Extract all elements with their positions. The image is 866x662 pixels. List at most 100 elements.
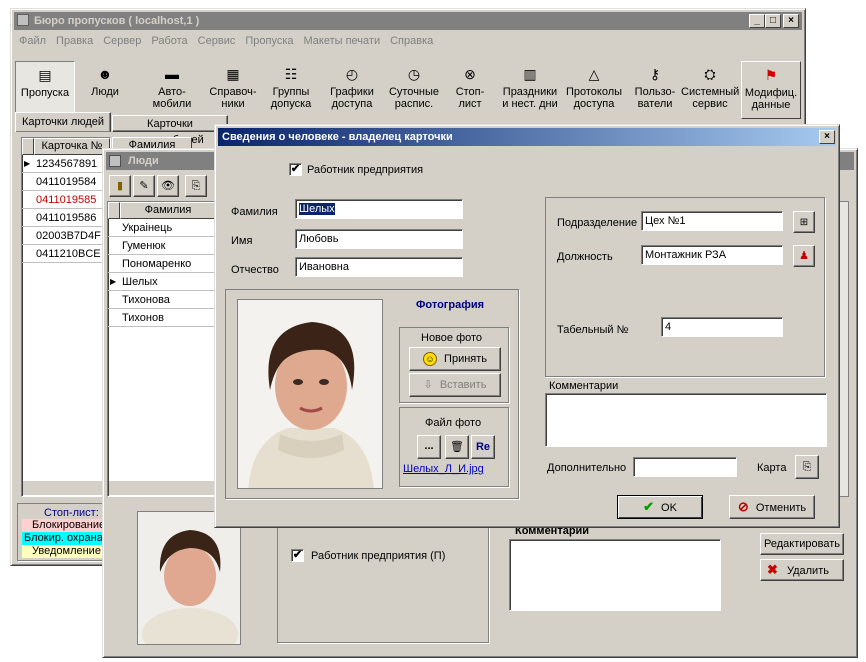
- table-row[interactable]: 02003B7D4F: [22, 227, 110, 245]
- smiley-icon: ☺: [422, 352, 437, 367]
- menu-item[interactable]: Сервис: [198, 35, 236, 47]
- table-row[interactable]: Украінець: [108, 219, 216, 237]
- lower-employee-checkbox[interactable]: ✔: [291, 549, 304, 562]
- menu-item[interactable]: Файл: [19, 35, 46, 47]
- tab-no-input[interactable]: 4: [661, 317, 783, 337]
- table-row[interactable]: ▶ Шелых: [108, 273, 216, 291]
- row-pointer-icon: ▶: [110, 277, 117, 286]
- cards-header-number[interactable]: Карточка №: [34, 138, 110, 155]
- toolbar-button-1[interactable]: ☻ Люди: [75, 61, 135, 119]
- people-table[interactable]: Фамилия Украінець Гуменюк Пономаренко ▶ Шелы…: [107, 201, 217, 497]
- toolbar-button-0[interactable]: ▤ Пропуска: [15, 61, 75, 119]
- table-row[interactable]: Гуменюк: [108, 237, 216, 255]
- department-input[interactable]: Цех №1: [641, 211, 783, 231]
- position-picker-button[interactable]: ♟: [793, 245, 815, 267]
- dialog-close-button[interactable]: ×: [819, 130, 835, 144]
- toolbar-button-2[interactable]: ▬ Авто- мобили: [141, 61, 203, 119]
- cancel-button[interactable]: ⊘ Отменить: [729, 495, 815, 519]
- stop-list-item-notify[interactable]: Уведомление: [22, 545, 108, 558]
- menu-item[interactable]: Справка: [390, 35, 433, 47]
- menu-item[interactable]: Пропуска: [245, 35, 293, 47]
- toolbar-button-9[interactable]: △ Протоколы доступа: [563, 61, 625, 119]
- photo-file-name[interactable]: Шелых_Л_И.jpg: [403, 463, 484, 475]
- menu-item[interactable]: Работа: [151, 35, 187, 47]
- table-row[interactable]: 0411210BCE: [22, 245, 110, 263]
- cancel-label: Отменить: [755, 502, 807, 514]
- stop-list-panel: Стоп-лист: Блокирование Блокир. охрана У…: [17, 503, 108, 561]
- lower-photo: [137, 511, 241, 645]
- menu-item[interactable]: Сервер: [103, 35, 141, 47]
- additional-input[interactable]: [633, 457, 737, 477]
- person-last-name: Тихонова: [122, 294, 170, 306]
- first-name-input[interactable]: Любовь: [295, 229, 463, 249]
- people-exit-button[interactable]: ▮: [109, 175, 131, 197]
- tab-people-cards[interactable]: Карточки людей: [15, 112, 111, 132]
- table-row[interactable]: ▶ 1234567891: [22, 155, 110, 173]
- toolbar-button-4[interactable]: ☷ Группы допуска: [263, 61, 319, 119]
- table-row[interactable]: Пономаренко: [108, 255, 216, 273]
- main-title: Бюро пропусков ( localhost,1 ): [34, 15, 200, 27]
- table-row[interactable]: 0411019584: [22, 173, 110, 191]
- stop-list-item-block[interactable]: Блокирование: [22, 519, 108, 532]
- patronymic-input[interactable]: Ивановна: [295, 257, 463, 277]
- key-icon: ⚷: [649, 66, 661, 82]
- position-input[interactable]: Монтажник РЗА: [641, 245, 783, 265]
- toolbar-button-7[interactable]: ⊗ Стоп- лист: [445, 61, 495, 119]
- toolbar-button-8[interactable]: ▥ Праздники и нест. дни: [499, 61, 561, 119]
- last-name-input[interactable]: Шелых: [295, 199, 463, 219]
- employee-checkbox[interactable]: ✔: [289, 163, 302, 176]
- people-hscroll[interactable]: [109, 481, 215, 495]
- stop-list-item-guard[interactable]: Блокир. охрана: [22, 532, 108, 545]
- people-edit-button[interactable]: ✎: [133, 175, 155, 197]
- people-header-indicator[interactable]: [108, 202, 120, 219]
- toolbar-button-3[interactable]: ▦ Справоч- ники: [205, 61, 261, 119]
- trash-icon: 🗑: [450, 441, 464, 453]
- dialog-comments-box[interactable]: [545, 393, 827, 447]
- maximize-button[interactable]: □: [765, 14, 781, 28]
- accept-photo-button[interactable]: ☺ Принять: [409, 347, 501, 371]
- toolbar-button-10[interactable]: ⚷ Пользо- ватели: [629, 61, 681, 119]
- close-button[interactable]: ×: [783, 14, 799, 28]
- toolbar-button-12[interactable]: ⚑ Модифиц. данные: [741, 61, 801, 119]
- table-row[interactable]: 0411019585: [22, 191, 110, 209]
- clear-photo-button[interactable]: 🗑: [445, 435, 469, 459]
- arrow-down-icon: ⇩: [423, 379, 433, 391]
- menu-item[interactable]: Правка: [56, 35, 93, 47]
- no-entry-icon: ⊘: [737, 499, 749, 514]
- toolbar-button-5[interactable]: ◴ Графики доступа: [323, 61, 381, 119]
- person-last-name: Тихонов: [122, 312, 164, 324]
- dialog-comments-label: Комментарии: [549, 380, 619, 392]
- menu-item[interactable]: Макеты печати: [304, 35, 381, 47]
- re-button[interactable]: Re: [471, 435, 495, 459]
- cards-table[interactable]: Карточка № ▶ 1234567891 0411019584 04110195…: [21, 137, 111, 497]
- calendar-icon: ▥: [523, 66, 537, 82]
- toolbar-label: Протоколы доступа: [565, 86, 623, 110]
- browse-label: ...: [424, 440, 434, 452]
- service-icon: ⛭: [704, 66, 716, 82]
- people-header-lastname[interactable]: Фамилия: [120, 202, 216, 219]
- ok-button[interactable]: ✔ OK: [617, 495, 703, 519]
- table-row[interactable]: 0411019586: [22, 209, 110, 227]
- cards-hscroll[interactable]: [23, 481, 109, 495]
- cards-header[interactable]: [22, 138, 34, 155]
- table-row[interactable]: Тихонов: [108, 309, 216, 327]
- edit-label: Редактировать: [764, 538, 840, 550]
- lower-comments-box[interactable]: [509, 539, 721, 611]
- tab-label: Карточки людей: [21, 116, 105, 128]
- toolbar-button-6[interactable]: ◷ Суточные распис.: [383, 61, 445, 119]
- delete-button[interactable]: ✖ Удалить: [760, 559, 844, 581]
- stop-list-label: Уведомление: [32, 545, 101, 557]
- table-row[interactable]: Тихонова: [108, 291, 216, 309]
- tab-no-value: 4: [665, 321, 672, 333]
- browse-button[interactable]: ...: [417, 435, 441, 459]
- department-picker-button[interactable]: ⊞: [793, 211, 815, 233]
- people-copy-button[interactable]: ⎘: [185, 175, 207, 197]
- edit-button[interactable]: Редактировать: [760, 533, 844, 555]
- people-view-button[interactable]: 👁: [157, 175, 179, 197]
- card-button[interactable]: ⎘: [795, 455, 819, 479]
- menu-bar: Файл Правка Сервер Работа Сервис Пропуска Маке…: [19, 33, 443, 49]
- stop-list-title: Стоп-лист:: [44, 507, 99, 519]
- tab-car-cards[interactable]: Карточки автомобилей: [112, 115, 228, 146]
- minimize-button[interactable]: _: [749, 14, 765, 28]
- toolbar-button-11[interactable]: ⛭ Системный сервис: [681, 61, 739, 119]
